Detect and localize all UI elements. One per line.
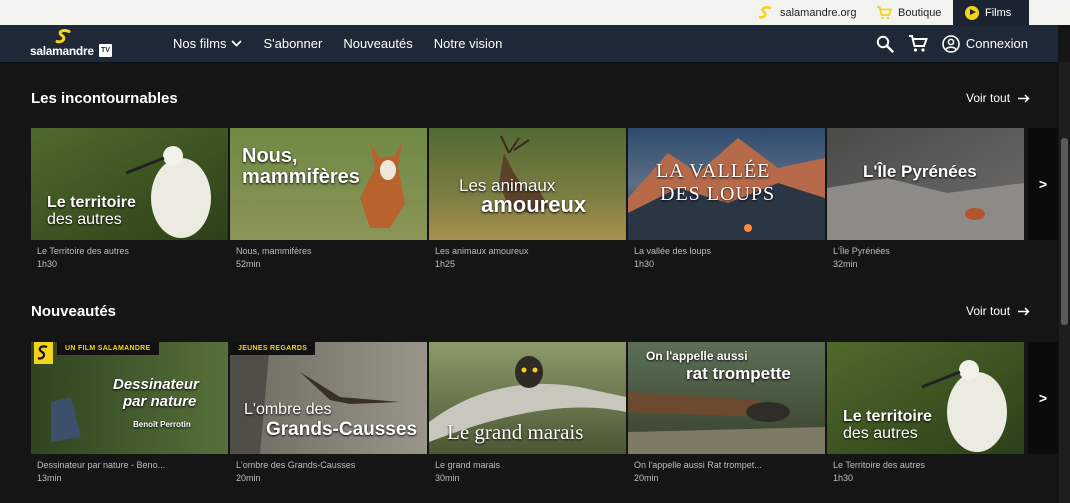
film-thumbnail: On l'appelle aussi rat trompette — [628, 342, 825, 454]
film-card[interactable]: L'Île Pyrénées L'Île Pyrénées 32min — [827, 128, 1024, 269]
nav-our-films[interactable]: Nos films — [173, 36, 243, 51]
film-thumbnail: Nous, mammifères — [230, 128, 427, 240]
films-label: Films — [985, 6, 1012, 19]
see-all-label: Voir tout — [966, 304, 1011, 318]
film-title: Le Territoire des autres — [833, 460, 925, 470]
user-icon — [942, 34, 960, 53]
nav-actions: Connexion — [876, 25, 1028, 62]
carousel-next-button[interactable]: > — [1028, 342, 1058, 454]
main-nav: salamandre TV Nos films S'abonner Nouvea… — [0, 25, 1058, 63]
film-card[interactable]: JEUNES REGARDS L'ombre des Grands-Causse… — [230, 342, 427, 483]
film-title: Les animaux amoureux — [435, 246, 529, 256]
film-overlay-title: Le grand marais — [447, 420, 584, 444]
see-all-link[interactable]: Voir tout — [966, 91, 1030, 105]
cart-icon[interactable] — [908, 34, 928, 53]
film-duration: 13min — [37, 473, 62, 483]
brand-logo[interactable]: salamandre TV — [30, 29, 112, 59]
film-card[interactable]: Les animaux amoureux Les animaux amoureu… — [429, 128, 626, 269]
film-title: Le grand marais — [435, 460, 501, 470]
login-button[interactable]: Connexion — [942, 34, 1028, 53]
film-thumbnail: LA VALLÉE DES LOUPS — [628, 128, 825, 240]
film-duration: 20min — [236, 473, 261, 483]
carousel-must-see: Le territoire des autres Le Territoire d… — [31, 128, 1059, 278]
film-card[interactable]: Le territoire des autres Le Territoire d… — [827, 342, 1024, 483]
film-thumbnail: L'Île Pyrénées — [827, 128, 1024, 240]
nav-our-films-label: Nos films — [173, 36, 227, 51]
nav-new-releases-label: Nouveautés — [343, 36, 413, 51]
film-title: L'ombre des Grands-Causses — [236, 460, 356, 470]
film-duration: 30min — [435, 473, 460, 483]
film-duration: 1h30 — [37, 259, 58, 269]
film-thumbnail: UN FILM SALAMANDRE Dessinateur par natur… — [31, 342, 228, 454]
salamandre-logo-icon — [758, 5, 772, 18]
film-tag-badge: UN FILM SALAMANDRE — [57, 342, 159, 355]
see-all-label: Voir tout — [966, 91, 1011, 105]
film-overlay-title: On l'appelle aussi rat trompette — [646, 349, 791, 383]
utility-bar: salamandre.org Boutique Films — [0, 0, 1070, 25]
salamandre-org-label: salamandre.org — [780, 6, 857, 19]
nav-subscribe-label: S'abonner — [263, 36, 323, 51]
nav-new-releases[interactable]: Nouveautés — [343, 36, 412, 51]
film-overlay-title: LA VALLÉE DES LOUPS — [656, 160, 776, 205]
film-overlay-title: L'Île Pyrénées — [863, 162, 977, 181]
film-duration: 1h30 — [634, 259, 655, 269]
film-title: On l'appelle aussi Rat trompet... — [634, 460, 762, 470]
film-card[interactable]: LA VALLÉE DES LOUPS La vallée des loups … — [628, 128, 825, 269]
film-card[interactable]: Le territoire des autres Le Territoire d… — [31, 128, 228, 269]
film-duration: 1h30 — [833, 473, 854, 483]
nav-our-vision[interactable]: Notre vision — [434, 36, 503, 51]
brand-name: salamandre — [30, 44, 94, 58]
film-overlay-title: Les animaux amoureux — [459, 176, 587, 217]
film-overlay-title: L'ombre des Grands-Causses — [244, 401, 418, 440]
section-title: Les incontournables — [31, 90, 178, 107]
nav-subscribe[interactable]: S'abonner — [263, 36, 322, 51]
film-thumbnail: Le territoire des autres — [827, 342, 1024, 454]
film-overlay-title: Le territoire des autres — [47, 194, 136, 228]
login-label: Connexion — [965, 36, 1028, 51]
play-icon — [965, 5, 979, 20]
arrow-right-icon — [1018, 306, 1030, 316]
film-title: Nous, mammifères — [236, 246, 312, 256]
film-overlay-title: Le territoire des autres — [843, 408, 932, 442]
search-icon[interactable] — [876, 35, 894, 53]
film-thumbnail: Le grand marais — [429, 342, 626, 454]
film-title: L'Île Pyrénées — [833, 246, 890, 256]
film-tag-badge: JEUNES REGARDS — [230, 342, 316, 355]
nav-our-vision-label: Notre vision — [433, 36, 503, 51]
section-title: Nouveautés — [31, 303, 117, 320]
arrow-right-icon — [1018, 93, 1030, 103]
film-thumbnail: Les animaux amoureux — [429, 128, 626, 240]
carousel-new-releases: UN FILM SALAMANDRE Dessinateur par natur… — [31, 342, 1059, 492]
shop-link[interactable]: Boutique — [876, 0, 941, 25]
cart-icon — [877, 5, 892, 19]
brand-s-icon — [55, 29, 71, 44]
nav-links: Nos films S'abonner Nouveautés Notre vis… — [173, 25, 523, 62]
film-duration: 1h25 — [435, 259, 456, 269]
brand-tv-badge: TV — [99, 44, 112, 57]
film-duration: 32min — [833, 259, 858, 269]
film-card[interactable]: Nous, mammifères Nous, mammifères 52min — [230, 128, 427, 269]
see-all-link[interactable]: Voir tout — [966, 304, 1030, 318]
film-overlay-title: Nous, mammifères — [242, 145, 360, 188]
shop-label: Boutique — [898, 6, 942, 19]
film-duration: 20min — [634, 473, 659, 483]
film-thumbnail: JEUNES REGARDS L'ombre des Grands-Causse… — [230, 342, 427, 454]
scrollbar-thumb[interactable] — [1061, 138, 1068, 325]
film-title: La vallée des loups — [634, 246, 712, 256]
film-title: Le Territoire des autres — [37, 246, 129, 256]
film-overlay-title: Dessinateur par nature Benoît Perrotin — [113, 376, 199, 429]
films-link[interactable]: Films — [953, 0, 1029, 25]
salamandre-org-link[interactable]: salamandre.org — [758, 0, 856, 25]
film-thumbnail: Le territoire des autres — [31, 128, 228, 240]
page-scrollbar[interactable] — [1059, 62, 1070, 503]
film-card[interactable]: Le grand marais Le grand marais 30min — [429, 342, 626, 483]
chevron-down-icon — [231, 40, 243, 47]
film-title: Dessinateur par nature - Beno... — [37, 460, 166, 470]
film-duration: 52min — [236, 259, 261, 269]
carousel-next-button[interactable]: > — [1028, 128, 1058, 240]
film-card[interactable]: UN FILM SALAMANDRE Dessinateur par natur… — [31, 342, 228, 483]
film-card[interactable]: On l'appelle aussi rat trompette On l'ap… — [628, 342, 825, 483]
